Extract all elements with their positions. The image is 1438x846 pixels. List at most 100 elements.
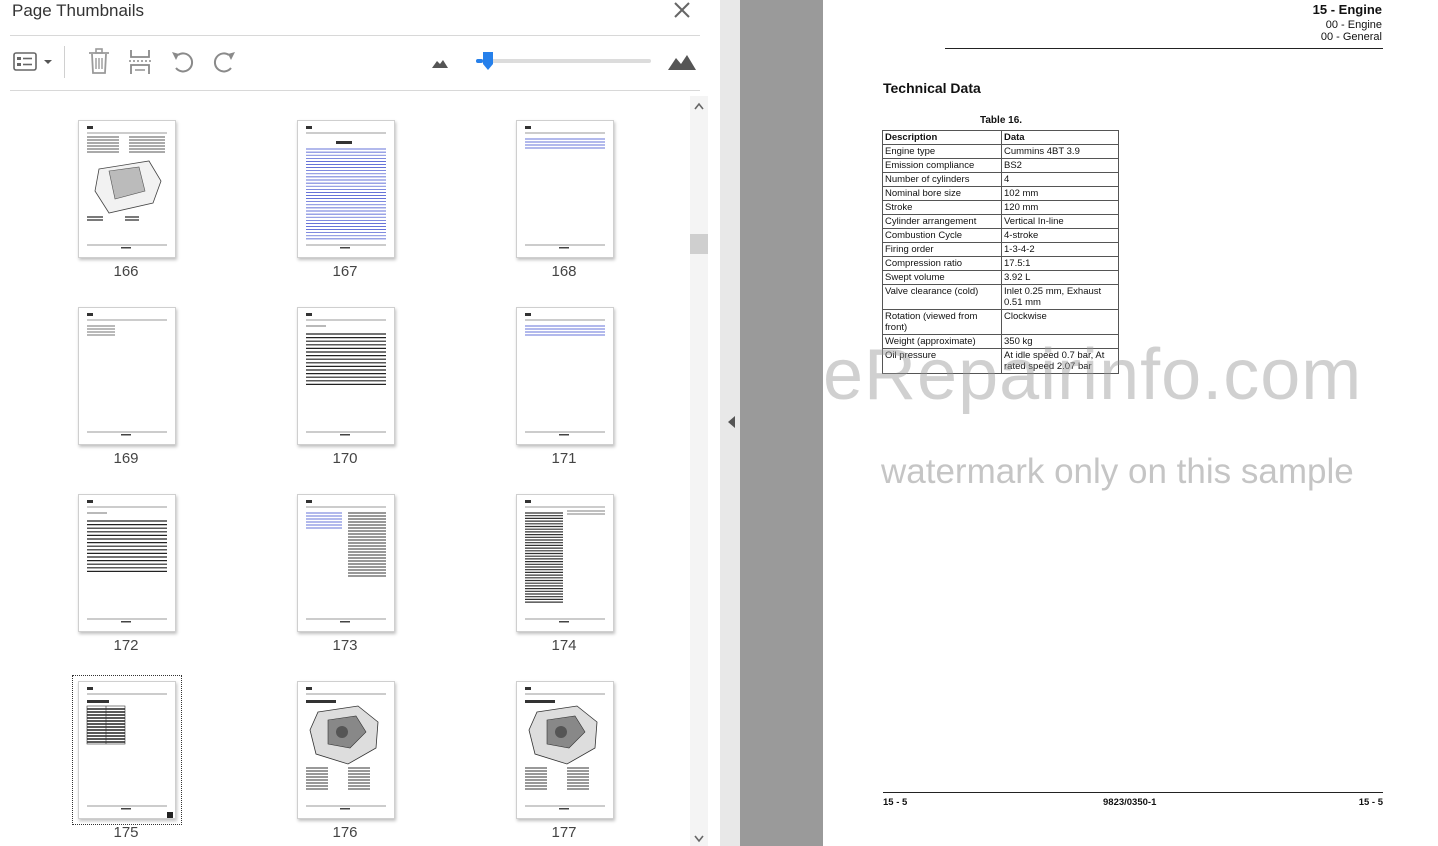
table-row: Engine type Cummins 4BT 3.9 [882, 144, 1119, 159]
rotate-right-icon [213, 52, 235, 73]
scrollbar-thumb[interactable] [690, 234, 708, 254]
thumbnail-size-slider[interactable] [476, 59, 651, 63]
small-mountain-icon [432, 60, 448, 68]
table-row: Cylinder arrangement Vertical In-line [882, 214, 1119, 229]
thumbnail-preview-image [87, 500, 167, 623]
thumbnail-preview-image [306, 313, 386, 436]
page-thumbnail[interactable] [516, 307, 614, 445]
cell-description: Compression ratio [882, 256, 1002, 271]
thumbnail-preview-image [306, 687, 386, 810]
collapse-panel-icon[interactable] [722, 412, 742, 432]
cell-description: Engine type [882, 144, 1002, 159]
footer-page-left: 15 - 5 [883, 797, 908, 808]
cell-value: 102 mm [1001, 186, 1119, 201]
chapter-title: 15 - Engine [1312, 2, 1382, 17]
cell-value: 17.5:1 [1001, 256, 1119, 271]
cell-description: Cylinder arrangement [882, 214, 1002, 229]
cell-value: 4 [1001, 172, 1119, 187]
watermark-notice: watermark only on this sample [881, 452, 1354, 491]
scroll-up-icon[interactable] [690, 98, 708, 116]
document-page: 15 - Engine 00 - Engine 00 - General Tec… [823, 0, 1438, 846]
scroll-down-icon[interactable] [690, 832, 708, 846]
cell-value: 3.92 L [1001, 270, 1119, 285]
section-subtitle: 00 - Engine [1325, 19, 1382, 31]
cell-description: Nominal bore size [882, 186, 1002, 201]
zoom-in-thumbnails-button[interactable] [666, 46, 698, 76]
table-header-row: Description Data [882, 130, 1119, 145]
list-options-icon [13, 52, 52, 71]
insert-page-icon [129, 50, 153, 74]
page-thumbnail[interactable] [516, 681, 614, 819]
cell-description: Stroke [882, 200, 1002, 215]
page-thumbnail[interactable] [78, 307, 176, 445]
insert-page-button[interactable] [127, 46, 155, 76]
rotate-clockwise-button[interactable] [210, 46, 238, 76]
table-caption: Table 16. [980, 115, 1023, 126]
table-row: Number of cylinders 4 [882, 172, 1119, 187]
page-thumbnail[interactable] [297, 494, 395, 632]
table-row: Nominal bore size 102 mm [882, 186, 1119, 201]
thumbnail-page-number: 170 [332, 450, 358, 467]
page-thumbnails-panel: Page Thumbnails 166 167 168 169 170 171 … [0, 0, 720, 846]
thumbnail-preview-image [525, 687, 605, 810]
cell-value: 120 mm [1001, 200, 1119, 215]
page-thumbnail[interactable] [297, 681, 395, 819]
thumbnail-page-number: 168 [551, 263, 577, 280]
rotate-counterclockwise-button[interactable] [169, 46, 197, 76]
page-thumbnail[interactable] [78, 120, 176, 258]
table-row: Compression ratio 17.5:1 [882, 256, 1119, 271]
slider-handle[interactable] [482, 51, 494, 71]
page-thumbnail[interactable] [297, 120, 395, 258]
table-row: Rotation (viewed from front) Clockwise [882, 309, 1119, 335]
zoom-out-thumbnails-button[interactable] [430, 46, 450, 76]
rotate-left-icon [172, 52, 194, 73]
cell-value: Cummins 4BT 3.9 [1001, 144, 1119, 159]
table-row: Stroke 120 mm [882, 200, 1119, 215]
column-header-data: Data [1001, 130, 1119, 145]
cell-value: 1-3-4-2 [1001, 242, 1119, 257]
thumbnail-scrollbar[interactable] [690, 96, 708, 846]
header-rule [945, 48, 1383, 49]
close-panel-button[interactable] [672, 0, 692, 20]
thumbnail-page-number: 172 [113, 637, 139, 654]
thumbnail-page-number: 173 [332, 637, 358, 654]
page-heading: Technical Data [883, 80, 981, 96]
thumbnail-page-number: 174 [551, 637, 577, 654]
table-row: Swept volume 3.92 L [882, 270, 1119, 285]
cell-description: Rotation (viewed from front) [882, 309, 1002, 335]
cell-value: Vertical In-line [1001, 214, 1119, 229]
thumbnail-options-menu[interactable] [12, 46, 56, 76]
table-row: Valve clearance (cold) Inlet 0.25 mm, Exh… [882, 284, 1119, 310]
thumbnail-preview-image [525, 126, 605, 249]
thumbnail-preview-image [525, 500, 605, 623]
cell-description: Emission compliance [882, 158, 1002, 173]
delete-page-button[interactable] [86, 46, 112, 76]
cell-description: Combustion Cycle [882, 228, 1002, 243]
toolbar-separator [64, 46, 65, 78]
panel-splitter[interactable] [720, 0, 740, 846]
thumbnail-preview-image [86, 687, 173, 818]
thumbnail-page-number: 175 [113, 824, 139, 841]
thumbnail-preview-image [87, 313, 167, 436]
slider-handle-icon [483, 52, 493, 70]
watermark-logo-text: eRepairinfo.com [823, 335, 1363, 415]
cell-value: 4-stroke [1001, 228, 1119, 243]
page-thumbnail[interactable] [516, 494, 614, 632]
document-gutter [740, 0, 823, 846]
thumbnail-preview-image [306, 500, 386, 623]
thumbnail-page-number: 167 [332, 263, 358, 280]
cell-description: Firing order [882, 242, 1002, 257]
page-thumbnail[interactable] [72, 675, 182, 825]
table-row: Combustion Cycle 4-stroke [882, 228, 1119, 243]
thumbnail-preview-image [87, 126, 167, 249]
page-thumbnail[interactable] [297, 307, 395, 445]
page-thumbnail[interactable] [78, 494, 176, 632]
panel-title: Page Thumbnails [12, 1, 144, 20]
table-row: Emission compliance BS2 [882, 158, 1119, 173]
trash-icon [89, 48, 109, 74]
cell-description: Swept volume [882, 270, 1002, 285]
thumbnail-grid: 166 167 168 169 170 171 172 173 174 175 176 177 [10, 96, 690, 846]
subsection-subtitle: 00 - General [1320, 31, 1382, 43]
page-thumbnail[interactable] [516, 120, 614, 258]
thumbnail-preview-image [525, 313, 605, 436]
